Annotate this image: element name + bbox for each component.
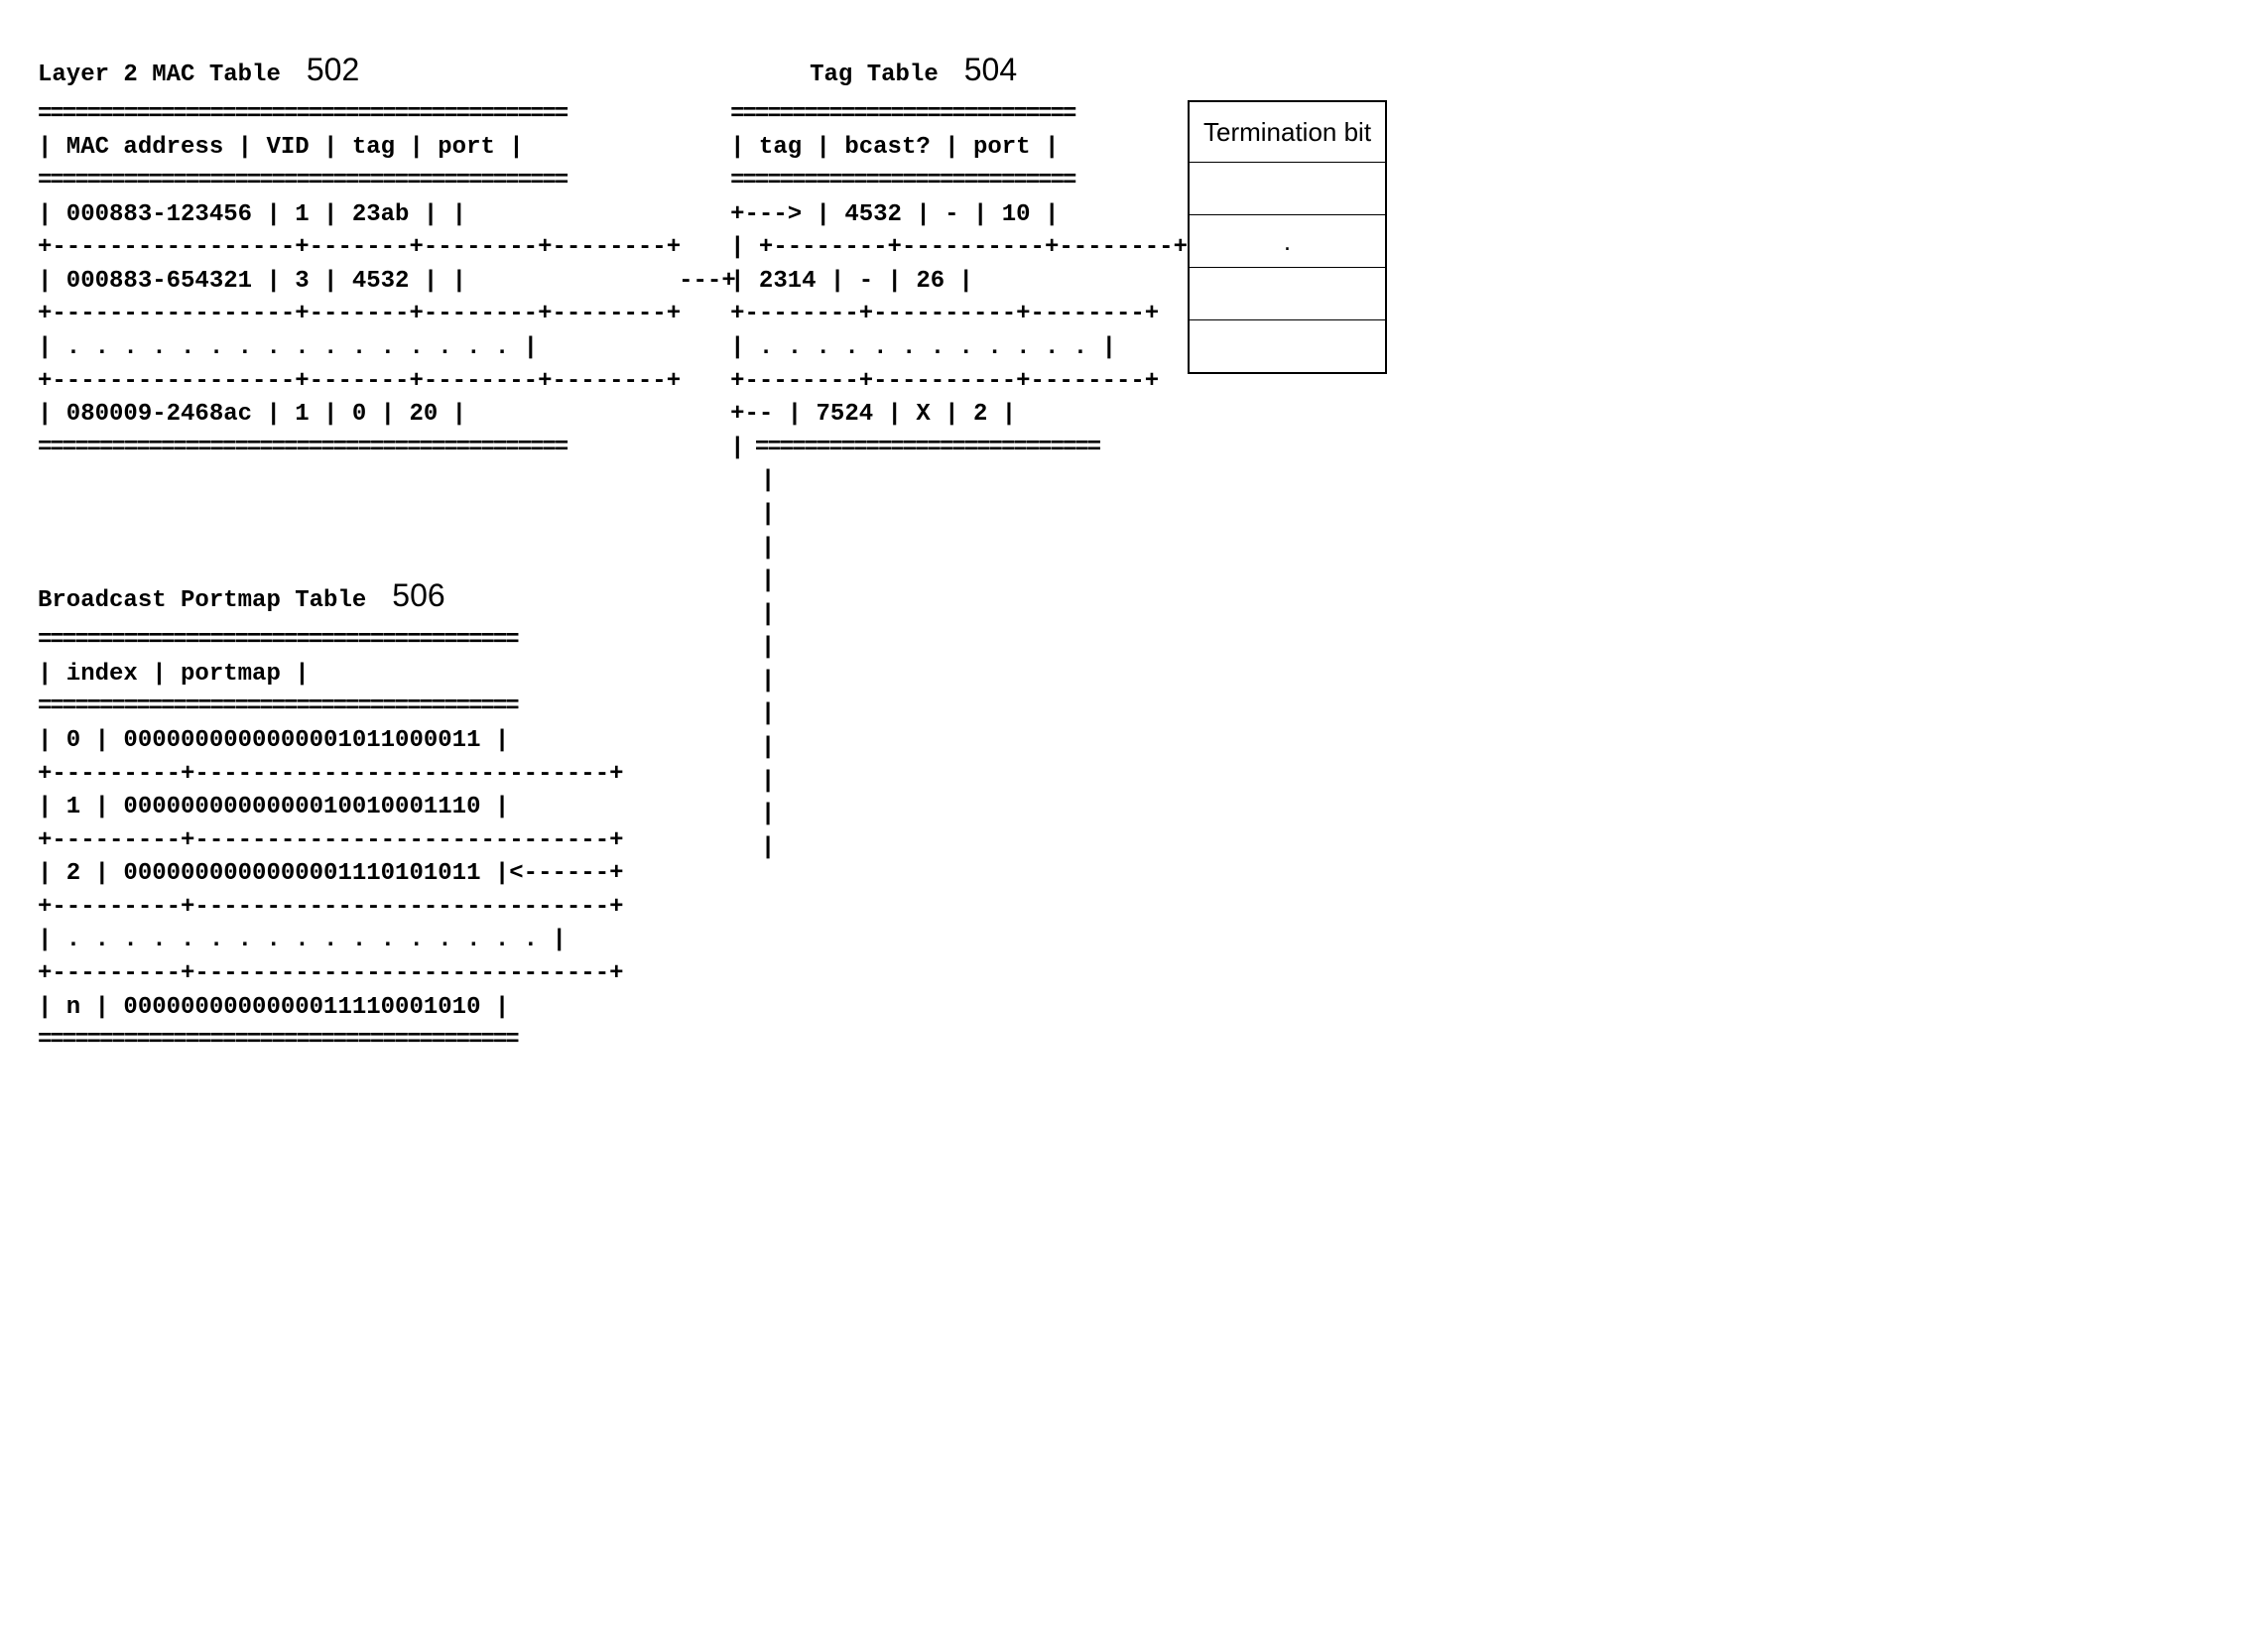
arrow-tag-to-portmap: | [761, 665, 775, 698]
arrow-tag-to-portmap: | [761, 798, 775, 831]
arrow-tag-to-portmap: | [761, 498, 775, 532]
termination-bit-table: Termination bit . [1188, 100, 1387, 374]
arrow-tag-to-portmap: | [761, 464, 775, 498]
table-row: | n | 0000000000000011110001010 | [38, 991, 624, 1025]
mac-table-figno: 502 [307, 48, 359, 92]
termination-bit-header: Termination bit [1189, 101, 1386, 163]
termination-bit-cell: . [1189, 214, 1386, 267]
table-row: | 2 | 0000000000000001110101011 |<------… [38, 857, 624, 891]
tag-table: ============================ | tag | bca… [730, 98, 1188, 465]
arrow-tag-to-portmap: | [761, 631, 775, 665]
termination-bit-cell [1189, 319, 1386, 373]
table-row: +-- | 7524 | X | 2 | [730, 398, 1188, 432]
termination-bit-cell [1189, 267, 1386, 319]
table-row: | 080009-2468ac | 1 | 0 | 20 | [38, 398, 681, 432]
arrow-tag-to-portmap: | [761, 731, 775, 765]
arrow-tag-to-portmap: | [761, 598, 775, 632]
arrow-mac-to-tag: ---+ [679, 265, 736, 299]
termination-bit-cell [1189, 162, 1386, 214]
table-row: +---> | 4532 | - | 10 | [730, 198, 1188, 232]
arrow-tag-to-portmap: | [761, 565, 775, 598]
portmap-table-figno: 506 [392, 573, 444, 618]
portmap-table-title: Broadcast Portmap Table [38, 584, 366, 618]
table-row: | 000883-123456 | 1 | 23ab | | [38, 198, 681, 232]
table-row: | 1 | 0000000000000010010001110 | [38, 791, 624, 824]
arrow-tag-to-portmap: | [761, 765, 775, 799]
table-row: | 2314 | - | 26 | [730, 265, 1188, 299]
table-row: | . . . . . . . . . . . . . . . . | [38, 331, 681, 365]
arrow-tag-to-portmap: | [761, 697, 775, 731]
tag-table-title: Tag Table [810, 59, 939, 92]
arrow-tag-to-portmap: | [761, 532, 775, 566]
table-row: | . . . . . . . . . . . . | [730, 331, 1188, 365]
mac-table: Layer 2 MAC Table 502 ==================… [38, 48, 681, 464]
tag-table-figno: 504 [964, 48, 1017, 92]
portmap-table: Broadcast Portmap Table 506 ============… [38, 573, 2230, 1058]
mac-table-title: Layer 2 MAC Table [38, 59, 281, 92]
table-row: | . . . . . . . . . . . . . . . . . | [38, 924, 624, 957]
table-row: | 000883-654321 | 3 | 4532 | | [38, 265, 681, 299]
arrow-tag-to-portmap: | [761, 831, 775, 865]
table-row: | 0 | 0000000000000001011000011 | [38, 724, 624, 758]
